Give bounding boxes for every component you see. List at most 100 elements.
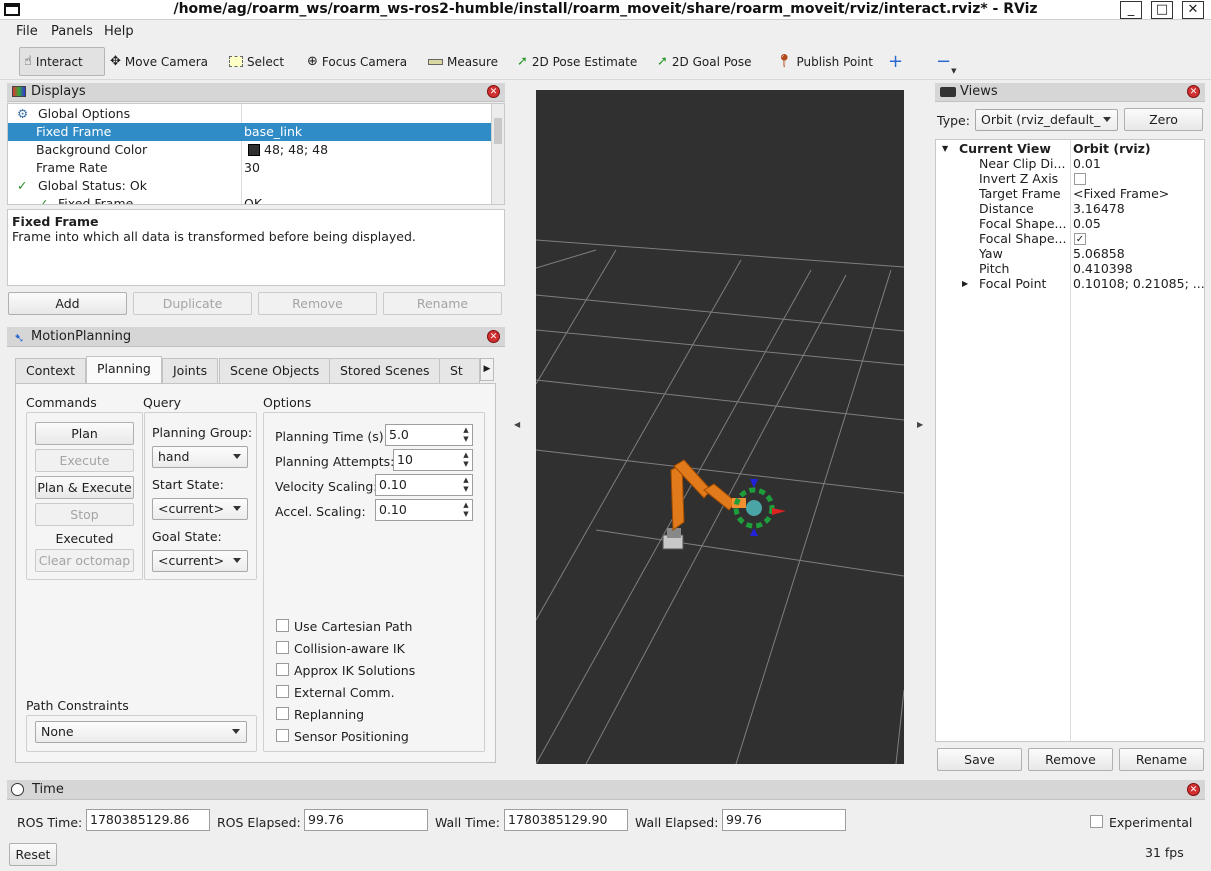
chevron-down-icon[interactable]: ▼ — [461, 435, 471, 444]
clear-octomap-button[interactable]: Clear octomap — [35, 549, 134, 572]
close-window-button[interactable]: ✕ — [1182, 1, 1204, 19]
tool-interact[interactable]: ☝ Interact — [19, 47, 105, 76]
wall-time-field[interactable]: 1780385129.90 — [504, 809, 628, 831]
tree-row-global-status[interactable]: ✓ Global Status: Ok — [8, 177, 491, 195]
tab-context[interactable]: Context — [15, 358, 86, 383]
add-tool-button[interactable]: + — [884, 47, 907, 76]
ros-time-field[interactable]: 1780385129.86 — [86, 809, 210, 831]
monitor-icon — [12, 86, 26, 97]
gear-icon: ⚙ — [17, 106, 29, 121]
tree-row-frame-rate[interactable]: Frame Rate 30 — [8, 159, 491, 177]
tab-stored-scenes[interactable]: Stored Scenes — [329, 358, 441, 383]
chevron-up-icon[interactable]: ▲ — [461, 501, 471, 510]
duplicate-button[interactable]: Duplicate — [133, 292, 252, 315]
checkbox-collision-aware-ik[interactable] — [276, 641, 289, 654]
tree-row-global-options[interactable]: ⚙ Global Options — [8, 105, 491, 123]
render-viewport[interactable] — [536, 90, 904, 764]
save-view-button[interactable]: Save — [937, 748, 1022, 771]
tab-scroll-right[interactable]: ▶ — [480, 358, 494, 381]
checkbox-focal-shape-fixed[interactable]: ✓ — [1074, 233, 1086, 245]
expand-right-icon[interactable]: ▶ — [962, 275, 968, 293]
chevron-up-icon[interactable]: ▲ — [461, 476, 471, 485]
chevron-up-icon[interactable]: ▲ — [461, 426, 471, 435]
accel-scaling-input[interactable]: 0.10 ▲ ▼ — [375, 499, 473, 521]
plan-button[interactable]: Plan — [35, 422, 134, 445]
collapse-right-icon[interactable]: ▶ — [917, 420, 923, 429]
tab-scene-objects[interactable]: Scene Objects — [219, 358, 331, 383]
zero-button[interactable]: Zero — [1124, 108, 1203, 131]
chevron-down-icon[interactable]: ▼ — [461, 510, 471, 519]
tree-row-fixed-frame[interactable]: Fixed Frame base_link — [8, 123, 491, 141]
tree-row-background-color[interactable]: Background Color 48; 48; 48 — [8, 141, 491, 159]
row-name: Global Options — [38, 106, 131, 121]
chevron-down-icon[interactable]: ▼ — [461, 485, 471, 494]
ros-elapsed-field[interactable]: 99.76 — [304, 809, 428, 831]
minimize-button[interactable]: _ — [1120, 1, 1142, 19]
checkbox-sensor-positioning[interactable] — [276, 729, 289, 742]
scrollbar[interactable] — [491, 104, 504, 204]
menu-panels[interactable]: Panels — [51, 24, 93, 39]
collapse-left-icon[interactable]: ◀ — [514, 420, 520, 429]
stop-button[interactable]: Stop — [35, 503, 134, 526]
checkbox-cartesian-path[interactable] — [276, 619, 289, 632]
row-value[interactable]: 30 — [244, 159, 260, 177]
row-name: Fixed Frame — [58, 196, 134, 204]
reset-button[interactable]: Reset — [9, 843, 57, 866]
path-constraints-select[interactable]: None — [35, 721, 247, 743]
tool-label: Focus Camera — [321, 54, 408, 69]
checkbox-approx-ik[interactable] — [276, 663, 289, 676]
rename-display-button[interactable]: Rename — [383, 292, 502, 315]
view-type-select[interactable]: Orbit (rviz_default_ — [975, 109, 1118, 131]
chevron-down-icon[interactable]: ▼ — [461, 460, 471, 469]
menu-help[interactable]: Help — [104, 24, 134, 39]
tool-move-camera[interactable]: ✥ Move Camera — [106, 47, 212, 76]
tool-focus-camera[interactable]: ⊕ Focus Camera — [303, 47, 411, 76]
rviz-plugin-icon: ➷ — [14, 330, 25, 345]
goal-state-select[interactable]: <current> — [152, 550, 248, 572]
tab-stored-states[interactable]: St — [439, 358, 480, 383]
chevron-up-icon[interactable]: ▲ — [461, 451, 471, 460]
help-text: Frame into which all data is transformed… — [12, 229, 416, 244]
tool-label: Select — [247, 54, 285, 69]
planning-group-select[interactable]: hand — [152, 446, 248, 468]
remove-display-button[interactable]: Remove — [258, 292, 377, 315]
maximize-button[interactable]: □ — [1151, 1, 1173, 19]
row-value[interactable]: 0.10108; 0.21085; ... — [1073, 275, 1205, 293]
plan-execute-button[interactable]: Plan & Execute — [35, 476, 134, 499]
tab-planning[interactable]: Planning — [86, 356, 162, 383]
close-icon[interactable]: ✕ — [1187, 85, 1200, 98]
tree-row-fixed-frame-status[interactable]: ✓ Fixed Frame OK — [8, 195, 491, 204]
tab-joints[interactable]: Joints — [162, 358, 219, 383]
close-icon[interactable]: ✕ — [487, 85, 500, 98]
checkbox-invert-z[interactable] — [1074, 173, 1086, 185]
execute-button[interactable]: Execute — [35, 449, 134, 472]
color-swatch[interactable] — [248, 144, 260, 156]
row-value[interactable]: 48; 48; 48 — [264, 141, 328, 159]
rename-view-button[interactable]: Rename — [1119, 748, 1204, 771]
planning-attempts-input[interactable]: 10 ▲ ▼ — [393, 449, 473, 471]
checkbox-replanning[interactable] — [276, 707, 289, 720]
start-state-select[interactable]: <current> — [152, 498, 248, 520]
tool-measure[interactable]: Measure — [424, 47, 502, 76]
help-title: Fixed Frame — [12, 214, 99, 229]
menu-file[interactable]: File — [16, 24, 38, 39]
tool-publish-point[interactable]: 📍︎ Publish Point — [772, 47, 877, 76]
planning-time-input[interactable]: 5.0 ▲ ▼ — [385, 424, 473, 446]
view-type-label: Type: — [937, 113, 970, 128]
wall-elapsed-field[interactable]: 99.76 — [722, 809, 846, 831]
remove-view-button[interactable]: Remove — [1028, 748, 1113, 771]
tree-row-focal-point[interactable]: ▶ Focal Point 0.10108; 0.21085; ... — [936, 275, 1205, 293]
row-value: OK — [244, 196, 263, 204]
remove-tool-button[interactable]: − ▼ — [932, 47, 960, 76]
add-button[interactable]: Add — [8, 292, 127, 315]
checkbox-external-comm[interactable] — [276, 685, 289, 698]
close-icon[interactable]: ✕ — [487, 330, 500, 343]
tool-select[interactable]: Select — [225, 47, 288, 76]
velocity-scaling-input[interactable]: 0.10 ▲ ▼ — [375, 474, 473, 496]
tool-2d-pose-estimate[interactable]: ➚ 2D Pose Estimate — [513, 47, 641, 76]
checkbox-experimental[interactable] — [1090, 815, 1103, 828]
close-icon[interactable]: ✕ — [1187, 783, 1200, 796]
row-value[interactable]: base_link — [244, 123, 302, 141]
chevron-down-icon — [233, 506, 241, 511]
tool-2d-goal-pose[interactable]: ➚ 2D Goal Pose — [653, 47, 756, 76]
